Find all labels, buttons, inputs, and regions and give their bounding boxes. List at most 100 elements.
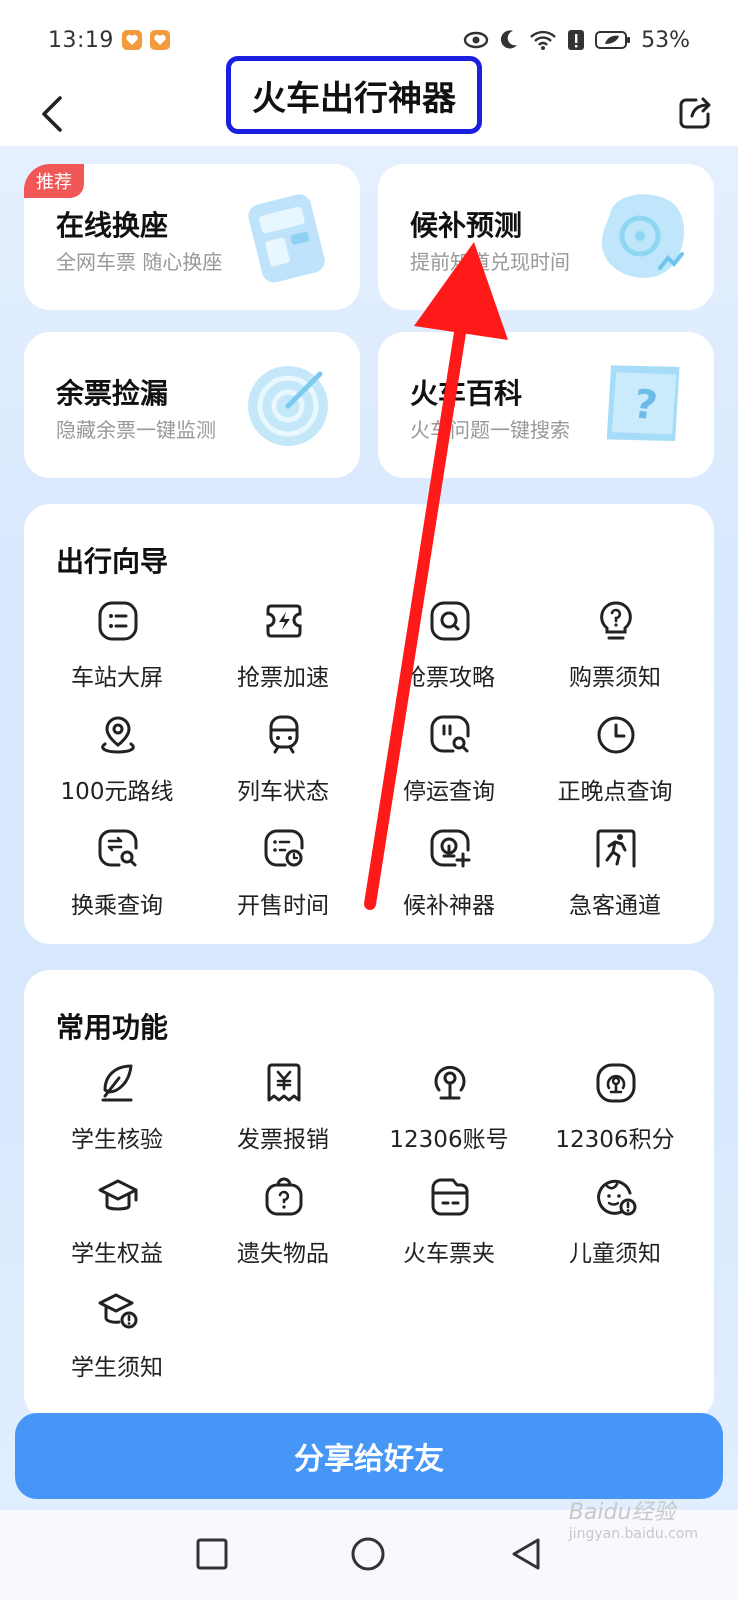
feature-title: 在线换座 [56,209,169,242]
baidu-watermark: Baidu经验 jingyan.baidu.com [569,1494,698,1542]
common-item-ticket-wallet[interactable]: 火车票夹 [366,1176,532,1286]
title-highlight-box: 火车出行神器 [226,56,482,134]
guide-item-sale-time[interactable]: 开售时间 [200,828,366,938]
common-item-12306-account[interactable]: 12306账号 [366,1062,532,1172]
common-item-lost-items[interactable]: 遗失物品 [200,1176,366,1286]
battery-percent: 53% [641,27,690,53]
grid-label: 抢票加速 [237,665,329,691]
common-item-12306-points[interactable]: 12306积分 [532,1062,698,1172]
rail-points-icon [596,1063,636,1103]
common-item-child-notice[interactable]: 儿童须知 [532,1176,698,1286]
grid-label: 停运查询 [403,779,495,805]
child-notice-icon [597,1179,637,1216]
common-item-student-verify[interactable]: 学生核验 [34,1062,200,1172]
quill-icon [101,1064,133,1102]
feature-card-waitlist-predict[interactable]: 候补预测 提前知道兑现时间 [378,164,714,310]
back-triangle-icon[interactable] [506,1534,546,1574]
recent-apps-icon[interactable] [192,1534,232,1574]
clock-icon [597,716,635,754]
transfer-search-icon [98,829,138,867]
grid-label: 12306积分 [555,1127,675,1153]
grid-label: 开售时间 [237,893,329,919]
feature-card-train-wiki[interactable]: 火车百科 火车问题一键搜索 ? [378,332,714,478]
travel-guide-section: 出行向导 车站大屏 抢票加速 抢票攻略 购票须知 100元路线 列车状态 停运查… [24,504,714,944]
feature-subtitle: 全网车票 随心换座 [56,250,223,274]
guide-item-delay-query[interactable]: 正晚点查询 [532,714,698,824]
student-notice-icon [98,1293,138,1329]
question-bulb-icon [600,601,632,640]
grid-label: 正晚点查询 [557,779,673,805]
running-person-icon [596,829,636,868]
grid-label: 学生须知 [71,1355,163,1381]
grid-label: 学生权益 [71,1241,163,1267]
graduation-cap-icon [98,1179,138,1211]
home-icon[interactable] [348,1534,388,1574]
share-to-friends-button[interactable]: 分享给好友 [15,1413,723,1499]
guide-item-station-screen[interactable]: 车站大屏 [34,600,200,710]
eye-icon [463,31,489,49]
ticket-wallet-icon [431,1178,469,1216]
share-icon[interactable] [676,94,714,132]
grid-label: 遗失物品 [237,1241,329,1267]
guide-item-100-route[interactable]: 100元路线 [34,714,200,824]
guide-item-waitlist-tool[interactable]: 候补神器 [366,828,532,938]
grid-label: 发票报销 [237,1127,329,1153]
grid-label: 100元路线 [60,779,174,805]
guide-item-ticket-guide[interactable]: 抢票攻略 [366,600,532,710]
yuan-receipt-icon [267,1063,301,1102]
common-item-student-notice[interactable]: 学生须知 [34,1290,200,1400]
feature-title: 候补预测 [410,209,523,242]
feature-card-ticket-monitor[interactable]: 余票捡漏 隐藏余票一键监测 [24,332,360,478]
page-title: 火车出行神器 [252,78,456,119]
rail-logo-icon [434,1065,466,1100]
feature-card-seat-change[interactable]: 推荐 在线换座 全网车票 随心换座 [24,164,360,310]
grid-label: 火车票夹 [403,1241,495,1267]
moon-icon [501,30,518,49]
radar-art [248,366,328,446]
location-pin-icon [101,716,135,754]
section-title: 常用功能 [56,1011,169,1044]
search-square-icon [430,601,470,641]
feature-title: 余票捡漏 [56,377,169,410]
grid-label: 列车状态 [237,779,329,805]
guide-item-purchase-notice[interactable]: 购票须知 [532,600,698,710]
common-functions-section: 常用功能 学生核验 发票报销 12306账号 12306积分 学生权益 遗失物品… [24,970,714,1420]
watermark-text: Baidu经验 [568,1500,676,1525]
clock-blob-art [601,194,685,278]
recommend-badge: 推荐 [24,164,84,198]
section-title: 出行向导 [56,545,169,578]
alert-icon [568,30,585,50]
status-icons: 53% [463,28,690,53]
grid-label: 候补神器 [403,893,495,919]
feature-subtitle: 提前知道兑现时间 [410,250,570,274]
heart-app-icon [149,30,170,50]
battery-icon [595,31,631,49]
grid-label: 急客通道 [569,893,661,919]
guide-item-train-status[interactable]: 列车状态 [200,714,366,824]
feature-subtitle: 火车问题一键搜索 [410,418,570,442]
guide-item-transfer-query[interactable]: 换乘查询 [34,828,200,938]
feature-subtitle: 隐藏余票一键监测 [56,418,216,442]
common-item-student-rights[interactable]: 学生权益 [34,1176,200,1286]
grid-label: 购票须知 [569,665,661,691]
ticket-art [248,194,325,283]
pause-search-icon [430,715,470,753]
grid-label: 车站大屏 [71,665,163,691]
grid-label: 换乘查询 [71,893,163,919]
screen-list-icon [98,601,138,641]
grid-label: 抢票攻略 [403,665,495,691]
lightning-icon [266,604,302,638]
sale-time-icon [264,829,304,867]
guide-item-urgent-channel[interactable]: 急客通道 [532,828,698,938]
chevron-left-icon[interactable] [36,94,72,134]
guide-item-speed-up[interactable]: 抢票加速 [200,600,366,710]
heart-app-icon [121,30,142,50]
status-time: 13:19 [48,27,114,53]
grid-label: 儿童须知 [569,1241,661,1267]
waitlist-icon [430,829,471,868]
watermark-sub: jingyan.baidu.com [568,1526,698,1542]
lost-bag-icon [265,1177,303,1216]
guide-item-suspension-query[interactable]: 停运查询 [366,714,532,824]
feature-title: 火车百科 [410,377,523,410]
common-item-invoice[interactable]: 发票报销 [200,1062,366,1172]
